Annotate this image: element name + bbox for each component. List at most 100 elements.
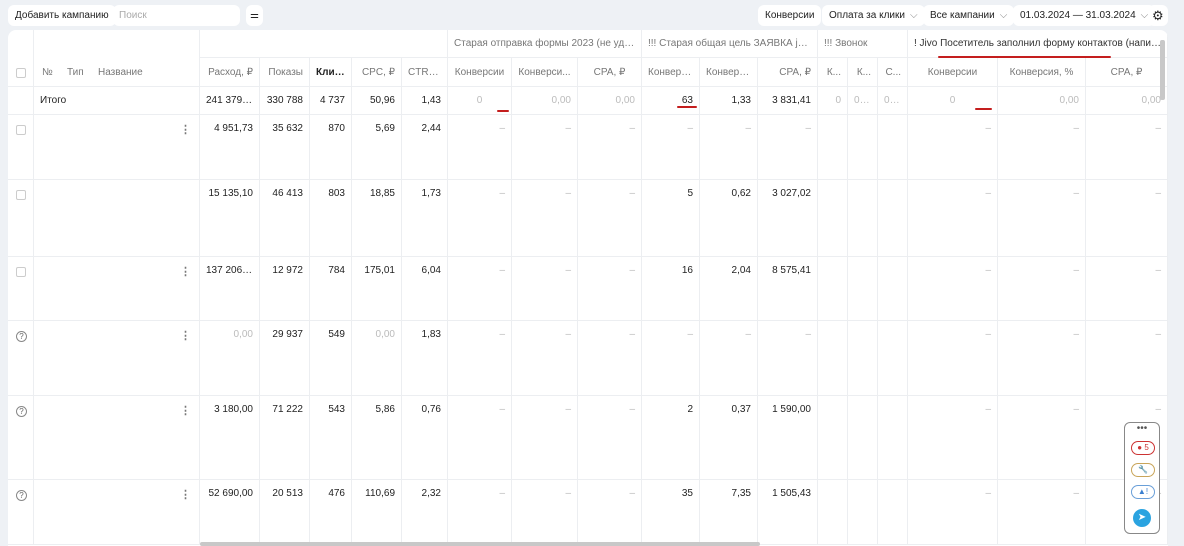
more-icon[interactable]: ••• xyxy=(1125,423,1159,435)
data-cell: 5,69 xyxy=(352,115,402,180)
data-cell xyxy=(848,480,878,545)
horizontal-scrollbar[interactable] xyxy=(200,542,760,546)
data-cell xyxy=(818,257,848,321)
column-header[interactable]: Конверсия, % xyxy=(998,58,1086,87)
campaign-name-cell[interactable] xyxy=(34,257,200,321)
payment-select[interactable]: Оплата за клики ⌵ xyxy=(822,5,925,26)
data-cell: 5,86 xyxy=(352,396,402,480)
data-cell: 0,00 xyxy=(352,321,402,396)
row-checkbox[interactable] xyxy=(16,267,26,277)
data-cell: – xyxy=(998,180,1086,257)
campaign-name-cell[interactable] xyxy=(34,396,200,480)
data-cell: 1 505,43 xyxy=(758,480,818,545)
column-header[interactable]: Конверси... xyxy=(512,58,578,87)
total-cell: 0,00 xyxy=(848,87,878,115)
campaigns-table: № Тип Название Старая отправка формы 2023 (… xyxy=(8,30,1168,546)
chevron-down-icon: ⌵ xyxy=(999,10,1008,21)
column-header[interactable]: Конверсии xyxy=(448,58,512,87)
search-input[interactable] xyxy=(113,5,240,26)
column-header[interactable]: К... xyxy=(818,58,848,87)
row-menu-icon[interactable]: ⋮ xyxy=(180,488,191,501)
data-cell xyxy=(878,180,908,257)
column-header[interactable]: Конверсии xyxy=(908,58,998,87)
row-menu-icon[interactable]: ⋮ xyxy=(180,265,191,278)
help-icon[interactable]: ? xyxy=(16,331,27,342)
data-cell: 0,37 xyxy=(700,396,758,480)
total-cell: 0,00 xyxy=(878,87,908,115)
annotation-underline xyxy=(677,106,697,108)
help-icon[interactable]: ? xyxy=(16,490,27,501)
gear-icon[interactable]: ⚙ xyxy=(1148,5,1168,26)
campaign-name-cell[interactable] xyxy=(34,480,200,545)
row-checkbox[interactable] xyxy=(16,125,26,135)
campaigns-select[interactable]: Все кампании ⌵ xyxy=(923,5,1015,26)
annotation-underline xyxy=(938,56,1111,58)
data-cell: – xyxy=(908,180,998,257)
total-cell: 0,00 xyxy=(578,87,642,115)
column-header[interactable]: CPC, ₽ xyxy=(352,58,402,87)
data-cell: 7,35 xyxy=(700,480,758,545)
data-cell: 2,04 xyxy=(700,257,758,321)
data-cell: 543 xyxy=(310,396,352,480)
data-cell xyxy=(878,480,908,545)
data-cell: 71 222 xyxy=(260,396,310,480)
data-cell: 29 937 xyxy=(260,321,310,396)
data-cell: – xyxy=(448,115,512,180)
annotation-underline xyxy=(975,108,992,110)
data-cell: – xyxy=(578,257,642,321)
filter-settings-button[interactable]: ⚌ xyxy=(246,5,263,26)
header-name[interactable]: Название xyxy=(98,59,148,87)
data-cell: – xyxy=(578,115,642,180)
error-icon: ● xyxy=(1137,443,1143,452)
column-header[interactable]: К... xyxy=(848,58,878,87)
add-campaign-button[interactable]: Добавить кампанию xyxy=(8,5,116,26)
data-cell: 6,04 xyxy=(402,257,448,321)
total-label: Итого xyxy=(34,87,200,115)
column-header[interactable]: CPA, ₽ xyxy=(758,58,818,87)
checkbox-column-header xyxy=(8,30,34,87)
data-cell: – xyxy=(998,257,1086,321)
data-cell xyxy=(848,115,878,180)
column-header[interactable]: CPA, ₽ xyxy=(578,58,642,87)
campaign-name-cell[interactable] xyxy=(34,321,200,396)
data-cell xyxy=(878,396,908,480)
help-icon[interactable]: ? xyxy=(16,406,27,417)
campaigns-label: Все кампании xyxy=(930,10,995,21)
conversions-button[interactable]: Конверсии xyxy=(758,5,822,26)
select-all-checkbox[interactable] xyxy=(16,68,26,78)
column-header[interactable]: Показы xyxy=(260,58,310,87)
wrench-icon[interactable]: 🔧 xyxy=(1131,463,1155,477)
group-header: Старая отправка формы 2023 (не удалять) xyxy=(448,30,642,58)
telegram-icon[interactable]: ➤ xyxy=(1133,509,1151,527)
column-header[interactable]: CPA, ₽ xyxy=(1086,58,1168,87)
data-cell xyxy=(848,180,878,257)
row-checkbox[interactable] xyxy=(16,190,26,200)
analytics-icon[interactable]: ▲! xyxy=(1131,485,1155,499)
data-cell: 1 590,00 xyxy=(758,396,818,480)
campaign-name-cell[interactable] xyxy=(34,115,200,180)
column-header[interactable]: Клики ↓ xyxy=(310,58,352,87)
annotation-underline xyxy=(497,110,509,112)
row-menu-icon[interactable]: ⋮ xyxy=(180,404,191,417)
date-range-select[interactable]: 01.03.2024 — 31.03.2024 ⌵ xyxy=(1013,5,1156,26)
data-cell: – xyxy=(908,257,998,321)
row-menu-icon[interactable]: ⋮ xyxy=(180,329,191,342)
data-cell xyxy=(818,396,848,480)
group-header: ! Jivo Посетитель заполнил форму контакт… xyxy=(908,30,1168,58)
column-header[interactable]: Расход, ₽ xyxy=(200,58,260,87)
vertical-scrollbar[interactable] xyxy=(1160,40,1165,100)
data-cell: 803 xyxy=(310,180,352,257)
error-badge[interactable]: ● 5 xyxy=(1131,441,1155,455)
total-cell: 1,33 xyxy=(700,87,758,115)
data-cell: 12 972 xyxy=(260,257,310,321)
row-menu-icon[interactable]: ⋮ xyxy=(180,123,191,136)
campaign-name-cell[interactable] xyxy=(34,180,200,257)
column-header[interactable]: Конверс... xyxy=(700,58,758,87)
column-header[interactable]: Конверс... xyxy=(642,58,700,87)
metrics-group-header xyxy=(200,30,448,58)
data-cell: 0,76 xyxy=(402,396,448,480)
data-cell xyxy=(848,257,878,321)
column-header[interactable]: С... xyxy=(878,58,908,87)
payment-label: Оплата за клики xyxy=(829,10,905,21)
column-header[interactable]: CTR, % xyxy=(402,58,448,87)
